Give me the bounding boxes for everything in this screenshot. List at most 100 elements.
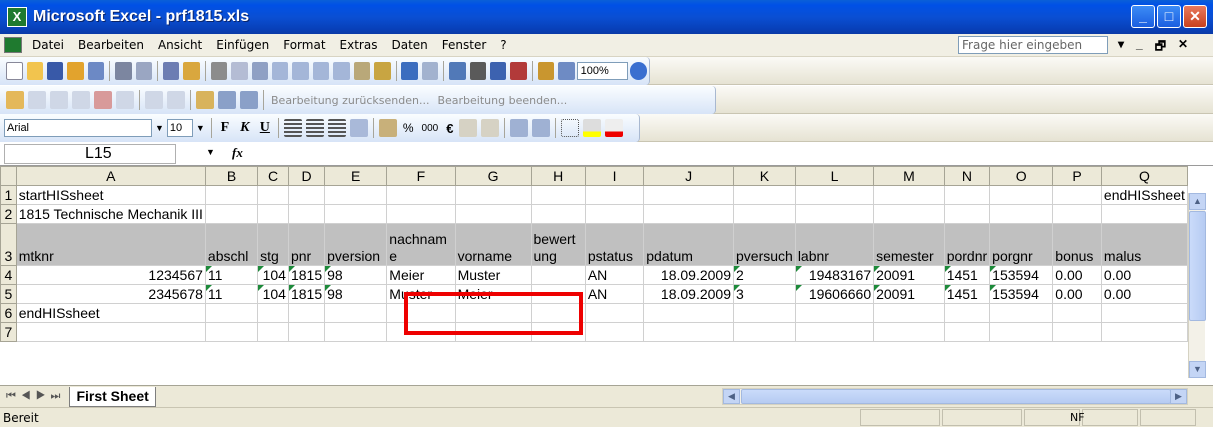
open-icon[interactable] xyxy=(26,62,44,80)
cell[interactable] xyxy=(643,303,734,323)
cell-p3[interactable]: bonus xyxy=(1052,223,1102,266)
new-icon[interactable] xyxy=(6,62,23,80)
cell[interactable] xyxy=(989,185,1054,205)
cell[interactable] xyxy=(1052,204,1102,224)
paste-icon[interactable] xyxy=(353,62,371,80)
cell-n4[interactable]: 1451 xyxy=(943,265,991,285)
cell[interactable] xyxy=(454,185,532,205)
vertical-scrollbar[interactable]: ▲ ▼ xyxy=(1188,193,1206,378)
redo-icon[interactable] xyxy=(421,62,439,80)
cell[interactable] xyxy=(873,303,945,323)
cell-c4[interactable]: 104 xyxy=(257,265,289,285)
cell[interactable] xyxy=(584,322,645,342)
cell-b5[interactable]: 11 xyxy=(204,284,259,304)
menu-help[interactable]: ? xyxy=(500,38,506,52)
cell[interactable] xyxy=(530,185,586,205)
cell[interactable] xyxy=(287,185,326,205)
cell[interactable] xyxy=(1100,204,1188,224)
print-icon[interactable] xyxy=(115,62,132,80)
cell-m5[interactable]: 20091 xyxy=(873,284,945,304)
menu-daten[interactable]: Daten xyxy=(391,38,427,52)
cell[interactable] xyxy=(204,204,259,224)
row-header[interactable]: 5 xyxy=(0,284,17,304)
column-header-p[interactable]: P xyxy=(1052,166,1102,186)
cell[interactable] xyxy=(643,204,734,224)
save-icon[interactable] xyxy=(47,62,64,80)
underline-button[interactable]: U xyxy=(255,120,275,136)
align-left-icon[interactable] xyxy=(283,119,302,137)
copy-icon[interactable] xyxy=(231,62,248,80)
cell-j5[interactable]: 18.09.2009 xyxy=(643,284,734,304)
chevron-down-icon[interactable]: ▼ xyxy=(206,147,215,157)
cell-p4[interactable]: 0.00 xyxy=(1052,265,1102,285)
review-icon-9[interactable] xyxy=(196,91,214,109)
cell-o4[interactable]: 153594 xyxy=(989,265,1054,285)
cell[interactable] xyxy=(794,303,875,323)
delete-cols-icon[interactable] xyxy=(333,62,350,80)
cell[interactable] xyxy=(204,322,259,342)
cell-e5[interactable]: 98 xyxy=(324,284,388,304)
cell-q5[interactable]: 0.00 xyxy=(1100,284,1188,304)
row-header[interactable]: 2 xyxy=(0,204,17,224)
cell-q4[interactable]: 0.00 xyxy=(1100,265,1188,285)
cell[interactable] xyxy=(643,185,734,205)
hyperlink-icon[interactable] xyxy=(449,62,466,80)
zoom-select[interactable]: 100% xyxy=(576,62,629,80)
column-header-g[interactable]: G xyxy=(454,166,532,186)
chevron-down-icon[interactable]: ▼ xyxy=(155,123,164,133)
cell-i3[interactable]: pstatus xyxy=(584,223,645,266)
chevron-down-icon[interactable]: ▼ xyxy=(196,123,205,133)
cell[interactable] xyxy=(1052,303,1102,323)
horizontal-scrollbar[interactable]: ◀ ▶ xyxy=(722,388,1188,405)
cell-b3[interactable]: abschl xyxy=(204,223,259,266)
cell-f3[interactable]: nachname xyxy=(386,223,456,266)
cell[interactable] xyxy=(530,204,586,224)
menu-ansicht[interactable]: Ansicht xyxy=(158,38,202,52)
autosum-icon[interactable] xyxy=(469,62,486,80)
drawing-icon[interactable] xyxy=(558,62,575,80)
cell[interactable] xyxy=(204,185,259,205)
cell-d5[interactable]: 1815 xyxy=(287,284,326,304)
column-header-c[interactable]: C xyxy=(257,166,289,186)
format-painter-icon[interactable] xyxy=(374,62,391,80)
menu-extras[interactable]: Extras xyxy=(340,38,378,52)
cell[interactable] xyxy=(584,303,645,323)
cell[interactable] xyxy=(943,322,991,342)
menu-fenster[interactable]: Fenster xyxy=(442,38,487,52)
cell-a6[interactable]: endHISsheet xyxy=(15,303,206,323)
font-color-icon[interactable] xyxy=(605,119,624,137)
cell[interactable] xyxy=(733,204,796,224)
close-button[interactable]: ✕ xyxy=(1183,5,1207,28)
delete-rows-icon[interactable] xyxy=(292,62,309,80)
tab-first-sheet[interactable]: First Sheet xyxy=(69,386,156,407)
currency-icon[interactable] xyxy=(378,119,397,137)
column-header-h[interactable]: H xyxy=(530,166,586,186)
row-header[interactable]: 4 xyxy=(0,265,17,285)
cell-i5[interactable]: AN xyxy=(584,284,645,304)
column-header-a[interactable]: A xyxy=(15,166,206,186)
column-header-m[interactable]: M xyxy=(873,166,945,186)
fill-color-icon[interactable] xyxy=(583,119,602,137)
chevron-down-icon[interactable]: ▾ xyxy=(1118,37,1124,58)
cell-j3[interactable]: pdatum xyxy=(643,223,734,266)
cell-h3[interactable]: bewertung xyxy=(530,223,586,266)
insert-cols-icon[interactable] xyxy=(312,62,330,80)
cell-q3[interactable]: malus xyxy=(1100,223,1188,266)
cell-n5[interactable]: 1451 xyxy=(943,284,991,304)
email-icon[interactable] xyxy=(87,62,105,80)
insert-rows-icon[interactable] xyxy=(271,62,289,80)
review-icon-2[interactable] xyxy=(28,91,46,109)
cell[interactable] xyxy=(324,303,388,323)
review-icon-1[interactable] xyxy=(6,91,24,109)
cell[interactable] xyxy=(943,185,991,205)
cell-j4[interactable]: 18.09.2009 xyxy=(643,265,734,285)
menu-format[interactable]: Format xyxy=(283,38,325,52)
formula-input[interactable] xyxy=(258,144,1208,164)
cell[interactable] xyxy=(1100,303,1188,323)
column-header-o[interactable]: O xyxy=(989,166,1054,186)
cell-b4[interactable]: 11 xyxy=(204,265,259,285)
column-header-e[interactable]: E xyxy=(324,166,388,186)
cell[interactable] xyxy=(873,322,945,342)
review-icon-6[interactable] xyxy=(116,91,134,109)
fx-icon[interactable]: fx xyxy=(232,145,243,161)
